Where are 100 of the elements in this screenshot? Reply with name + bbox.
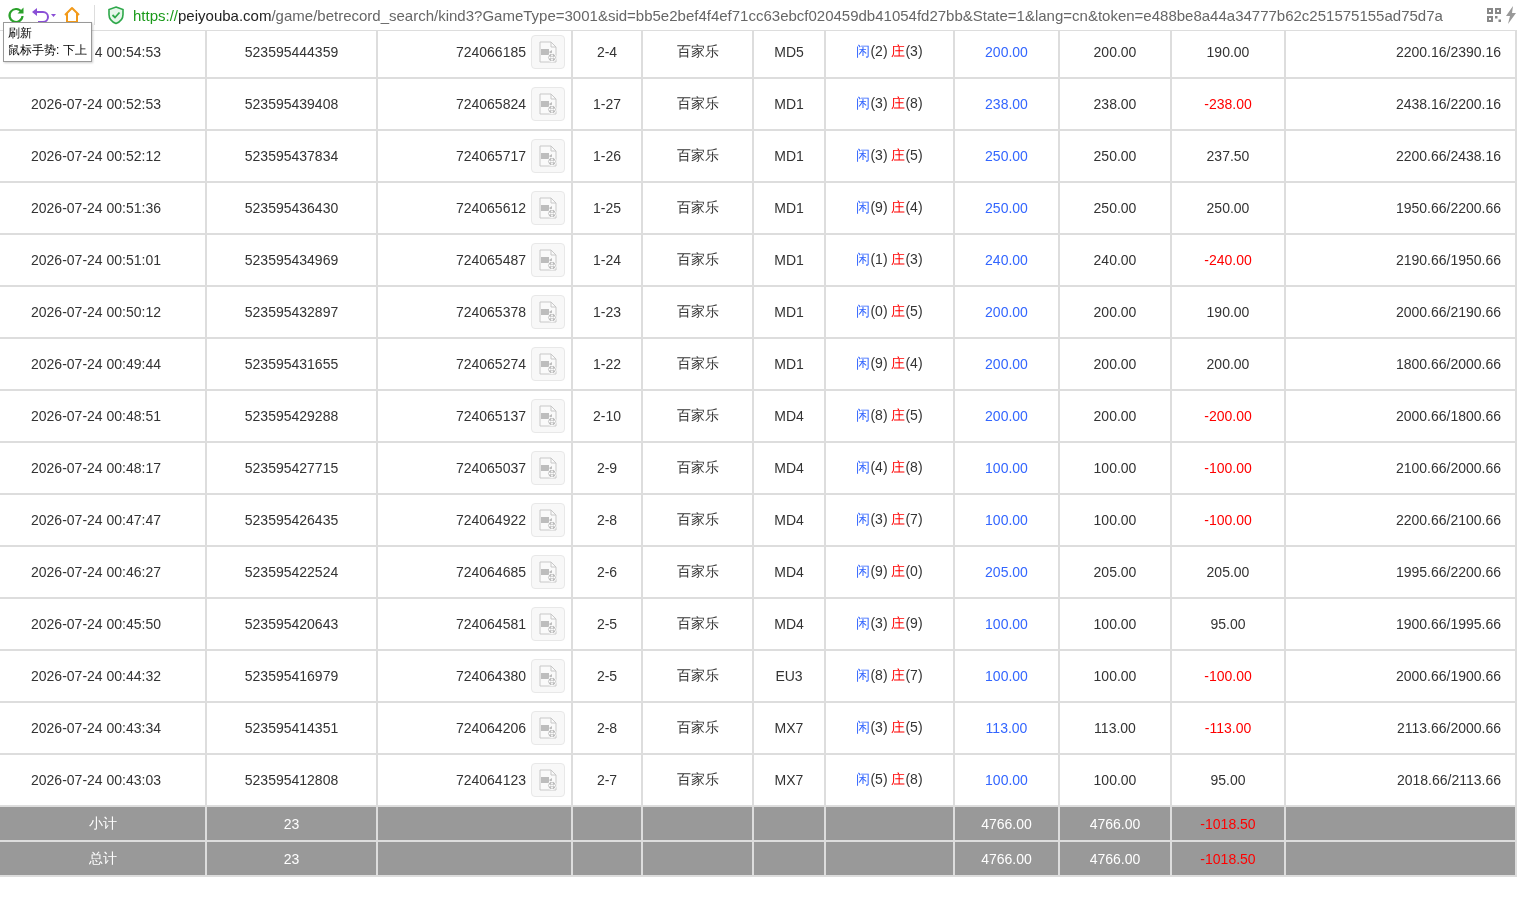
table-cell: 100.00 — [1059, 494, 1171, 546]
balance-cell: 2000.66/2190.66 — [1285, 286, 1516, 338]
table-cell: MD4 — [753, 598, 825, 650]
video-file-button[interactable] — [531, 139, 565, 173]
table-cell: 百家乐 — [642, 234, 753, 286]
bet-amount-cell: 250.00 — [954, 130, 1059, 182]
video-file-button[interactable] — [531, 711, 565, 745]
video-file-button[interactable] — [531, 607, 565, 641]
hand-result-cell: 闲(0) 庄(5) — [825, 286, 954, 338]
video-file-icon — [536, 300, 560, 324]
table-cell: 724064581 — [455, 616, 526, 632]
table-cell: 2-5 — [572, 650, 642, 702]
table-cell: 523595426435 — [206, 494, 377, 546]
table-cell: 523595416979 — [206, 650, 377, 702]
total-label-cell: 总计 — [0, 841, 206, 876]
table-cell: MD4 — [753, 494, 825, 546]
total-cell: 4766.00 — [954, 841, 1059, 876]
total-count-cell: 23 — [206, 806, 377, 841]
table-cell: MD4 — [753, 442, 825, 494]
tooltip-hint: 鼠标手势: 下上 — [8, 42, 87, 59]
table-cell: 百家乐 — [642, 390, 753, 442]
table-cell: 523595414351 — [206, 702, 377, 754]
balance-cell: 2100.66/2000.66 — [1285, 442, 1516, 494]
table-cell: MD4 — [753, 390, 825, 442]
undo-icon[interactable] — [30, 5, 58, 25]
video-file-button[interactable] — [531, 191, 565, 225]
table-cell: 523595436430 — [206, 182, 377, 234]
video-file-button[interactable] — [531, 87, 565, 121]
table-cell: 523595420643 — [206, 598, 377, 650]
bet-amount-cell: 200.00 — [954, 286, 1059, 338]
video-file-icon — [536, 404, 560, 428]
reload-icon[interactable] — [6, 5, 26, 25]
home-icon[interactable] — [62, 5, 82, 25]
table-cell: 724065378 — [455, 304, 526, 320]
table-cell: 205.00 — [1059, 546, 1171, 598]
lightning-icon[interactable] — [1505, 6, 1517, 24]
balance-cell: 2200.66/2100.66 — [1285, 494, 1516, 546]
table-cell: MD4 — [753, 546, 825, 598]
video-file-button[interactable] — [531, 399, 565, 433]
table-cell: MD1 — [753, 234, 825, 286]
table-cell: 100.00 — [1059, 650, 1171, 702]
video-file-icon — [536, 352, 560, 376]
hand-result-cell: 闲(3) 庄(5) — [825, 702, 954, 754]
video-file-button[interactable] — [531, 659, 565, 693]
win-loss-cell: -240.00 — [1171, 234, 1285, 286]
video-file-button[interactable] — [531, 347, 565, 381]
video-file-button[interactable] — [531, 35, 565, 69]
video-file-button[interactable] — [531, 503, 565, 537]
balance-cell: 2438.16/2200.16 — [1285, 78, 1516, 130]
table-cell: 113.00 — [1059, 702, 1171, 754]
win-loss-cell: 205.00 — [1171, 546, 1285, 598]
table-cell: 523595427715 — [206, 442, 377, 494]
qr-code-icon[interactable] — [1487, 8, 1501, 22]
total-cell: 4766.00 — [1059, 806, 1171, 841]
video-file-button[interactable] — [531, 555, 565, 589]
time-cell: 2026-07-24 00:52:12 — [0, 130, 206, 182]
table-cell: 523595422524 — [206, 546, 377, 598]
win-loss-cell: -100.00 — [1171, 442, 1285, 494]
balance-cell: 2200.66/2438.16 — [1285, 130, 1516, 182]
win-loss-cell: 237.50 — [1171, 130, 1285, 182]
bet-amount-cell: 100.00 — [954, 442, 1059, 494]
video-file-button[interactable] — [531, 763, 565, 797]
video-file-button[interactable] — [531, 243, 565, 277]
table-cell: 百家乐 — [642, 286, 753, 338]
time-cell: 2026-07-24 00:44:32 — [0, 650, 206, 702]
bet-amount-cell: 200.00 — [954, 390, 1059, 442]
bet-amount-cell: 100.00 — [954, 598, 1059, 650]
table-cell: 724064922 — [455, 512, 526, 528]
table-cell: 724065717 — [455, 148, 526, 164]
video-file-icon — [536, 768, 560, 792]
total-win-loss-cell: -1018.50 — [1171, 841, 1285, 876]
time-cell: 2026-07-24 00:45:50 — [0, 598, 206, 650]
address-field[interactable]: https://peiyouba.com/game/betrecord_search/kind3?GameType=3001&sid=bb5e2bef4f4ef71cc63ebcf020459db41054fd27bb&State=1&lang=cn&token=e488be8a44a34777b62c251575155ad75d7a — [133, 6, 1483, 24]
video-file-button[interactable] — [531, 451, 565, 485]
table-cell: 100.00 — [1059, 442, 1171, 494]
time-cell: 2026-07-24 00:51:36 — [0, 182, 206, 234]
table-cell: 200.00 — [1059, 338, 1171, 390]
table-cell: 724065037 — [455, 460, 526, 476]
table-cell: 724065137 — [455, 408, 526, 424]
table-cell: 523595434969 — [206, 234, 377, 286]
table-cell: 2-8 — [572, 702, 642, 754]
table-cell: MD1 — [753, 338, 825, 390]
table-cell: MD1 — [753, 182, 825, 234]
bet-amount-cell: 113.00 — [954, 702, 1059, 754]
table-cell: 百家乐 — [642, 650, 753, 702]
hand-result-cell: 闲(9) 庄(0) — [825, 546, 954, 598]
balance-cell: 2000.66/1900.66 — [1285, 650, 1516, 702]
table-cell: 1-23 — [572, 286, 642, 338]
table-cell: MX7 — [753, 702, 825, 754]
table-cell: 1-27 — [572, 78, 642, 130]
table-cell: 1-25 — [572, 182, 642, 234]
total-cell: 4766.00 — [954, 806, 1059, 841]
video-file-icon — [536, 456, 560, 480]
table-cell: 724064380 — [455, 668, 526, 684]
bet-amount-cell: 240.00 — [954, 234, 1059, 286]
hand-result-cell: 闲(3) 庄(5) — [825, 130, 954, 182]
table-cell: 百家乐 — [642, 442, 753, 494]
time-cell: 2026-07-24 00:47:47 — [0, 494, 206, 546]
video-file-button[interactable] — [531, 295, 565, 329]
video-file-icon — [536, 92, 560, 116]
